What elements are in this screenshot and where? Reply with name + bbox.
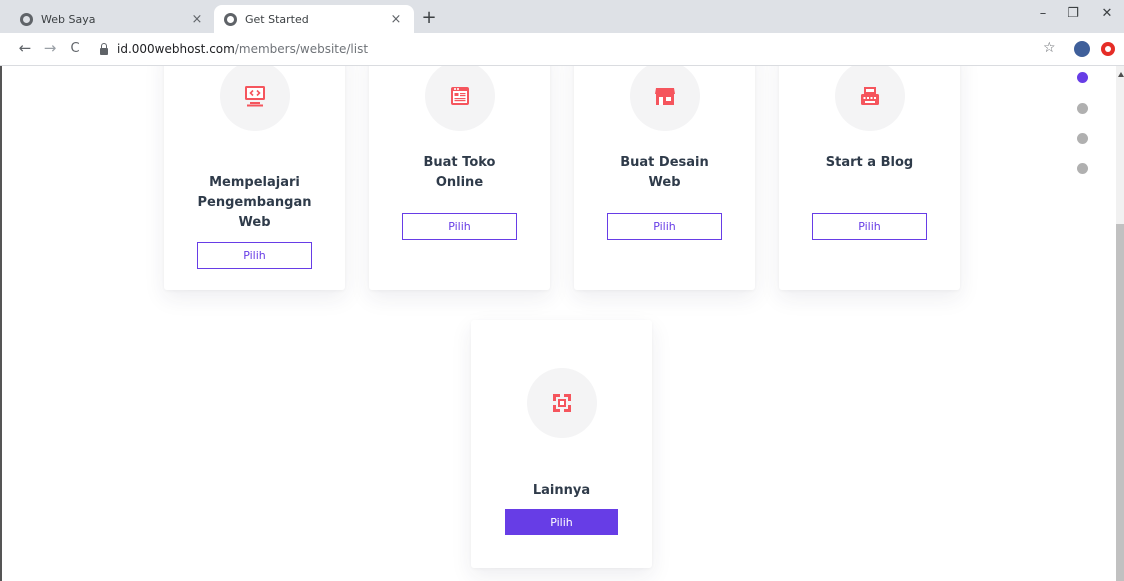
browser-toolbar: ← → C id.000webhost.com/members/website/… — [0, 33, 1124, 66]
tab-title: Get Started — [245, 12, 309, 26]
tab-web-saya[interactable]: Web Saya × — [10, 5, 215, 33]
restore-button[interactable]: ❐ — [1063, 6, 1083, 21]
store-list-icon — [451, 87, 469, 105]
new-tab-button[interactable]: + — [418, 7, 440, 29]
page-viewport: Mempelajari Pengembangan Web Pilih Buat … — [0, 66, 1124, 581]
card-title-line: Web — [648, 175, 681, 190]
icon-circle — [425, 66, 495, 131]
forward-button[interactable]: → — [40, 39, 60, 57]
progress-dot[interactable] — [1077, 133, 1088, 144]
window-close-button[interactable]: ✕ — [1097, 6, 1117, 21]
bookmark-star-icon[interactable]: ☆ — [1043, 40, 1056, 56]
browser-chrome: Web Saya × Get Started × + – ❐ ✕ ← → C i… — [0, 0, 1124, 66]
shop-awning-icon — [655, 88, 675, 105]
extension-icon[interactable] — [1101, 42, 1115, 56]
profile-avatar[interactable] — [1074, 41, 1090, 57]
card-other: Lainnya Pilih — [471, 320, 652, 568]
card-title-line: Start a Blog — [825, 155, 914, 170]
choose-button[interactable]: Pilih — [812, 213, 927, 240]
card-online-store: Buat Toko Online Pilih — [369, 66, 550, 290]
card-title-line: Online — [435, 175, 484, 190]
address-bar[interactable]: id.000webhost.com/members/website/list — [100, 37, 1030, 61]
typewriter-icon — [861, 87, 879, 105]
monitor-code-icon — [245, 86, 265, 107]
scrollbar-thumb[interactable] — [1116, 224, 1124, 581]
choose-button[interactable]: Pilih — [197, 242, 312, 269]
progress-dot[interactable] — [1077, 103, 1088, 114]
minimize-button[interactable]: – — [1033, 6, 1053, 21]
scroll-up-arrow-icon[interactable] — [1118, 72, 1124, 77]
progress-dot-active[interactable] — [1077, 72, 1088, 83]
choose-button[interactable]: Pilih — [402, 213, 517, 240]
card-title-line: Mempelajari — [209, 175, 300, 190]
icon-circle — [835, 66, 905, 131]
globe-icon — [224, 12, 237, 26]
card-web-design: Buat Desain Web Pilih — [574, 66, 755, 290]
globe-icon — [20, 12, 33, 26]
expand-icon — [553, 394, 571, 412]
card-title-line: Buat Toko — [423, 155, 496, 170]
url-path: /members/website/list — [234, 42, 369, 56]
tab-get-started[interactable]: Get Started × — [214, 5, 414, 33]
choose-button[interactable]: Pilih — [607, 213, 722, 240]
icon-circle — [527, 368, 597, 438]
lock-icon — [100, 42, 108, 55]
back-button[interactable]: ← — [15, 39, 35, 57]
tab-strip: Web Saya × Get Started × + – ❐ ✕ — [0, 0, 1124, 33]
card-learn-web-dev: Mempelajari Pengembangan Web Pilih — [164, 66, 345, 290]
card-title-line: Pengembangan — [197, 195, 312, 210]
card-start-blog: Start a Blog Pilih — [779, 66, 960, 290]
close-tab-icon[interactable]: × — [189, 12, 205, 27]
icon-circle — [220, 66, 290, 131]
progress-dot[interactable] — [1077, 163, 1088, 174]
tab-title: Web Saya — [41, 12, 96, 26]
reload-button[interactable]: C — [65, 41, 85, 56]
choose-button[interactable]: Pilih — [505, 509, 618, 535]
close-tab-icon[interactable]: × — [388, 12, 404, 27]
card-title-line: Lainnya — [532, 483, 591, 498]
card-title-line: Buat Desain — [620, 155, 709, 170]
url-host: id.000webhost.com — [117, 42, 235, 56]
card-title-line: Web — [238, 215, 271, 230]
icon-circle — [630, 66, 700, 131]
